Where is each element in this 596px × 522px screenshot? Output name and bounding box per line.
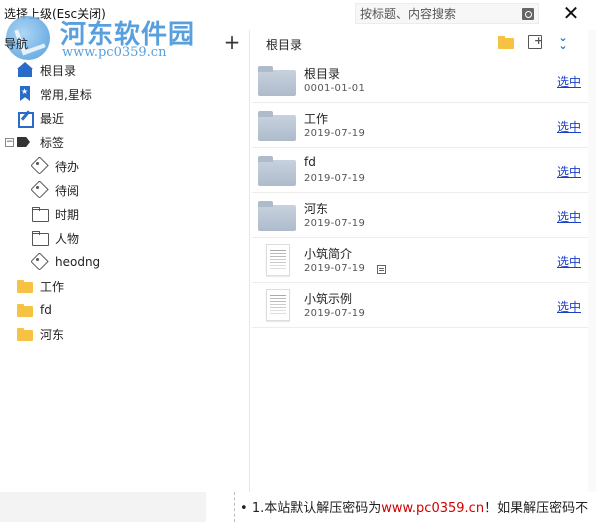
tree-item-starred[interactable]: 常用,星标: [17, 82, 92, 106]
background-divider: [234, 492, 235, 522]
download-note: • 1.本站默认解压密码为www.pc0359.cn！如果解压密码不: [240, 497, 596, 516]
folder-icon: [17, 326, 33, 342]
list-item[interactable]: 河东 2019-07-19 选中: [252, 193, 588, 238]
add-button[interactable]: +: [222, 30, 242, 54]
tree-item-people[interactable]: 人物: [32, 226, 79, 250]
close-button[interactable]: ✕: [560, 1, 582, 25]
folder-outline-icon: [32, 230, 49, 246]
tree-item-tags[interactable]: 标签: [17, 130, 64, 154]
tree-item-todo[interactable]: 待办: [32, 154, 79, 178]
item-name: fd: [304, 155, 316, 169]
tree-item-toread[interactable]: 待阅: [32, 178, 79, 202]
note-icon: [377, 265, 386, 274]
tree-item-label: 待办: [55, 159, 80, 174]
tags-collapse-toggle[interactable]: −: [5, 138, 14, 147]
list-item[interactable]: fd 2019-07-19 选中: [252, 148, 588, 193]
item-name: 小筑简介: [304, 247, 353, 261]
tree-item-label: 待阅: [55, 183, 80, 198]
tree-item-hedong[interactable]: 河东: [17, 322, 64, 346]
background-window-edge: [588, 30, 596, 492]
list-item[interactable]: 小筑简介 2019-07-19 选中: [252, 238, 588, 283]
title-bar: 选择上级(Esc关闭) ✕: [0, 0, 596, 28]
tree-item-label: heodng: [55, 255, 101, 269]
item-date: 2019-07-19: [304, 128, 366, 139]
tree-item-label: 常用,星标: [40, 87, 92, 102]
tree-item-label: 时期: [55, 207, 80, 222]
item-name: 工作: [304, 112, 329, 126]
pane-divider[interactable]: [249, 30, 250, 492]
select-link[interactable]: 选中: [557, 298, 581, 315]
list-item[interactable]: 小筑示例 2019-07-19 选中: [252, 283, 588, 328]
tree-item-label: fd: [40, 303, 52, 317]
select-link[interactable]: 选中: [557, 73, 581, 90]
folder-thumbnail-icon: [258, 111, 296, 141]
tree-item-label: 工作: [40, 279, 65, 294]
tag-outline-icon: [32, 182, 48, 198]
folder-outline-icon: [32, 206, 49, 222]
tree-item-label: 根目录: [40, 63, 77, 78]
document-thumbnail-icon: [266, 289, 290, 321]
note-prefix: 1.本站默认解压密码为: [251, 501, 382, 516]
tree-item-recent[interactable]: 最近: [17, 106, 64, 130]
home-icon: [17, 62, 33, 78]
item-date: 2019-07-19: [304, 263, 366, 274]
tree-item-heodng[interactable]: heodng: [32, 250, 100, 274]
item-name: 根目录: [304, 67, 341, 81]
tree-item-work[interactable]: 工作: [17, 274, 64, 298]
search-box[interactable]: [355, 3, 539, 24]
dialog-title: 选择上级(Esc关闭): [4, 7, 106, 21]
tree-item-period[interactable]: 时期: [32, 202, 79, 226]
tree-item-label: 人物: [55, 231, 80, 246]
folder-thumbnail-icon: [258, 66, 296, 96]
background-panel: [0, 492, 206, 522]
search-icon[interactable]: [522, 8, 534, 20]
list-item[interactable]: 根目录 0001-01-01 选中: [252, 58, 588, 103]
edit-icon: [17, 110, 34, 128]
item-date: 2019-07-19: [304, 308, 366, 319]
select-parent-dialog: 选择上级(Esc关闭) ✕ 河东软件园 www.pc0359.cn 导航 + 根…: [0, 0, 596, 522]
tag-outline-icon: [32, 158, 48, 174]
star-bookmark-icon: [17, 86, 33, 102]
note-url[interactable]: www.pc0359.cn: [381, 501, 484, 516]
tag-icon: [17, 134, 33, 150]
folder-icon: [17, 278, 33, 294]
tree-item-fd[interactable]: fd: [17, 298, 52, 322]
tree-item-label: 最近: [40, 111, 65, 126]
new-note-icon[interactable]: [528, 34, 543, 49]
select-link[interactable]: 选中: [557, 118, 581, 135]
list-header: 根目录 ⌄⌄: [252, 30, 588, 56]
bullet: •: [240, 501, 248, 516]
folder-icon: [17, 302, 33, 318]
search-input[interactable]: [360, 5, 520, 23]
folder-thumbnail-icon: [258, 156, 296, 186]
note-suffix: ！如果解压密码不: [484, 501, 589, 516]
list-item[interactable]: 工作 2019-07-19 选中: [252, 103, 588, 148]
current-folder-title: 根目录: [266, 38, 303, 52]
navigation-label: 导航: [4, 37, 29, 51]
new-folder-icon[interactable]: [498, 35, 514, 49]
tree-item-root[interactable]: 根目录: [17, 58, 76, 82]
item-date: 0001-01-01: [304, 83, 366, 94]
navigation-header: 导航 +: [0, 30, 248, 56]
item-name: 小筑示例: [304, 292, 353, 306]
tree-item-label: 河东: [40, 327, 65, 342]
tag-outline-icon: [32, 254, 48, 270]
item-date: 2019-07-19: [304, 173, 366, 184]
select-link[interactable]: 选中: [557, 163, 581, 180]
folder-thumbnail-icon: [258, 201, 296, 231]
select-link[interactable]: 选中: [557, 208, 581, 225]
select-link[interactable]: 选中: [557, 253, 581, 270]
document-thumbnail-icon: [266, 244, 290, 276]
item-name: 河东: [304, 202, 329, 216]
item-date: 2019-07-19: [304, 218, 366, 229]
tree-item-label: 标签: [40, 135, 65, 150]
chevron-double-down-icon[interactable]: ⌄ ⌄: [556, 32, 570, 51]
